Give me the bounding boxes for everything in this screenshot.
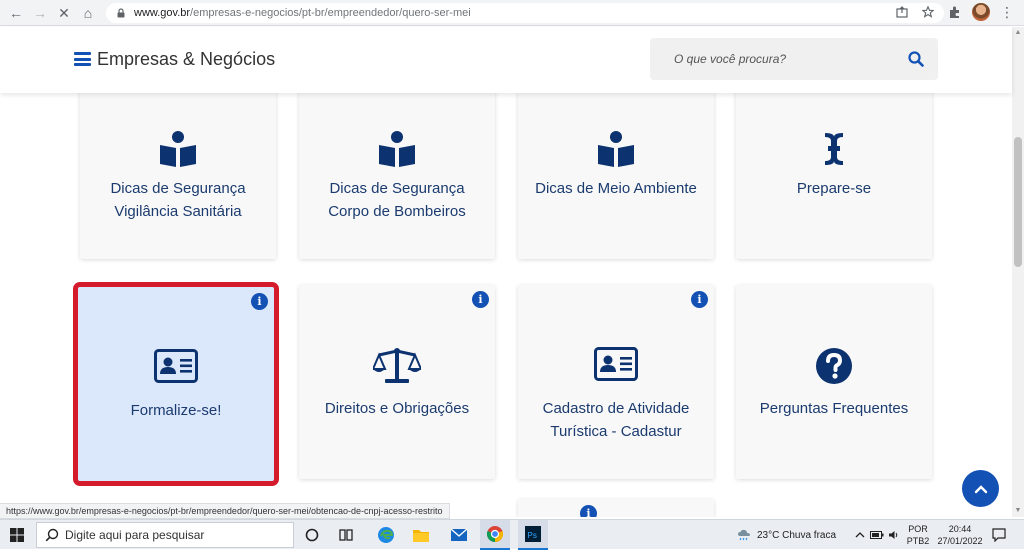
keyboard-layout: PTB2 (906, 536, 930, 546)
card-corpo-de-bombeiros[interactable]: Dicas de Segurança Corpo de Bombeiros (299, 93, 495, 259)
card-label-line1: Cadastro de Atividade (542, 400, 690, 417)
card-direitos-obrigacoes[interactable]: i Direitos e Obrigações (299, 285, 495, 479)
file-explorer-icon[interactable] (408, 520, 434, 550)
question-circle-icon (815, 347, 853, 385)
photoshop-icon[interactable]: Ps (518, 520, 548, 550)
card-label-line1: Dicas de Segurança (329, 180, 465, 197)
taskbar-search-input[interactable]: Digite aqui para pesquisar (36, 522, 294, 548)
card-label-line1: Perguntas Frequentes (759, 400, 909, 417)
card-vigilancia-sanitaria[interactable]: Dicas de Segurança Vigilância Sanitária (80, 93, 276, 259)
battery-icon[interactable] (870, 520, 884, 550)
clock-time: 20:44 (948, 524, 972, 534)
clock-date: 27/01/2022 (937, 536, 983, 546)
scroll-up-arrow-icon[interactable]: ▲ (1014, 29, 1022, 37)
search-box (650, 38, 938, 80)
info-icon[interactable]: i (691, 291, 708, 308)
info-icon[interactable]: i (472, 291, 489, 308)
notification-center-icon[interactable] (992, 520, 1006, 550)
info-icon[interactable]: i (580, 505, 597, 517)
chrome-icon[interactable] (480, 520, 510, 550)
profile-avatar[interactable] (972, 3, 990, 21)
system-clock[interactable]: 20:44 27/01/2022 (936, 523, 984, 547)
lock-icon (117, 8, 125, 18)
card-cadastur[interactable]: i Cadastro de Atividade Turística - Cada… (518, 285, 714, 479)
card-prepare-se[interactable]: Prepare-se (736, 93, 932, 259)
search-icon (45, 528, 59, 542)
id-card-icon (594, 347, 638, 381)
volume-icon[interactable] (888, 520, 900, 550)
show-hidden-icons-chevron-icon[interactable] (855, 520, 865, 550)
info-icon[interactable]: i (251, 293, 268, 310)
back-icon[interactable]: ← (6, 3, 26, 23)
edge-browser-icon[interactable] (373, 520, 399, 550)
task-view-icon[interactable] (334, 520, 358, 550)
url-path: /empresas-e-negocios/pt-br/empreendedor/… (190, 7, 471, 19)
main-content: Dicas de Segurança Vigilância Sanitária … (0, 93, 1012, 517)
svg-text:Ps: Ps (528, 531, 537, 540)
home-icon[interactable]: ⌂ (78, 3, 98, 23)
page-scrollbar[interactable]: ▲ ▼ (1012, 27, 1024, 517)
forward-icon[interactable]: → (30, 3, 50, 23)
card-label-line2: Corpo de Bombeiros (328, 203, 466, 220)
bookmark-star-icon[interactable] (922, 6, 934, 18)
address-bar[interactable]: www.gov.br/empresas-e-negocios/pt-br/emp… (106, 3, 944, 23)
rain-cloud-icon (738, 529, 750, 541)
stop-loading-icon[interactable]: ✕ (54, 3, 74, 23)
card-label-line1: Direitos e Obrigações (324, 400, 470, 417)
card-label-line1: Dicas de Meio Ambiente (535, 180, 697, 197)
id-card-icon (154, 349, 198, 383)
card-label-line2: Vigilância Sanitária (114, 203, 242, 220)
weather-widget[interactable]: 23°C Chuva fraca (737, 520, 836, 550)
cortana-icon[interactable] (300, 520, 324, 550)
text-cursor-icon (823, 129, 845, 169)
scroll-thumb[interactable] (1014, 137, 1022, 267)
language-code: POR (908, 524, 928, 534)
card-next-row[interactable]: i (518, 499, 714, 517)
share-icon[interactable] (896, 6, 908, 18)
book-reader-icon (159, 129, 197, 169)
windows-start-icon[interactable] (0, 520, 34, 550)
card-meio-ambiente[interactable]: Dicas de Meio Ambiente (518, 93, 714, 259)
search-icon[interactable] (908, 51, 924, 67)
book-reader-icon (378, 129, 416, 169)
weather-text: 23°C Chuva fraca (757, 529, 837, 541)
card-label-line2: Turística - Cadastur (550, 423, 682, 440)
browser-toolbar: ← → ✕ ⌂ www.gov.br/empresas-e-negocios/p… (0, 0, 1024, 26)
hamburger-menu-icon[interactable] (74, 52, 91, 66)
scroll-down-arrow-icon[interactable]: ▼ (1014, 507, 1022, 515)
card-perguntas-frequentes[interactable]: Perguntas Frequentes (736, 285, 932, 479)
mail-icon[interactable] (446, 520, 472, 550)
site-title[interactable]: Empresas & Negócios (97, 49, 275, 70)
chevron-up-icon (974, 484, 987, 493)
taskbar-search-placeholder: Digite aqui para pesquisar (65, 528, 205, 542)
extensions-puzzle-icon[interactable] (948, 5, 962, 19)
card-formalize-se[interactable]: i Formalize-se! (73, 282, 279, 486)
site-header: Empresas & Negócios (0, 27, 1012, 93)
book-reader-icon (597, 129, 635, 169)
url-host: www.gov.br (134, 7, 191, 19)
windows-taskbar: Digite aqui para pesquisar Ps 23°C Chuva… (0, 519, 1024, 550)
search-input[interactable] (650, 38, 900, 80)
card-label-line1: Dicas de Segurança (110, 180, 246, 197)
link-status-url: https://www.gov.br/empresas-e-negocios/p… (0, 503, 450, 519)
input-language-indicator[interactable]: POR PTB2 (905, 523, 931, 547)
browser-menu-icon[interactable]: ⋮ (1000, 4, 1014, 21)
balance-scale-icon (373, 347, 421, 385)
card-label-line1: Prepare-se (796, 180, 872, 197)
card-label-line1: Formalize-se! (130, 402, 222, 419)
back-to-top-button[interactable] (962, 470, 999, 507)
